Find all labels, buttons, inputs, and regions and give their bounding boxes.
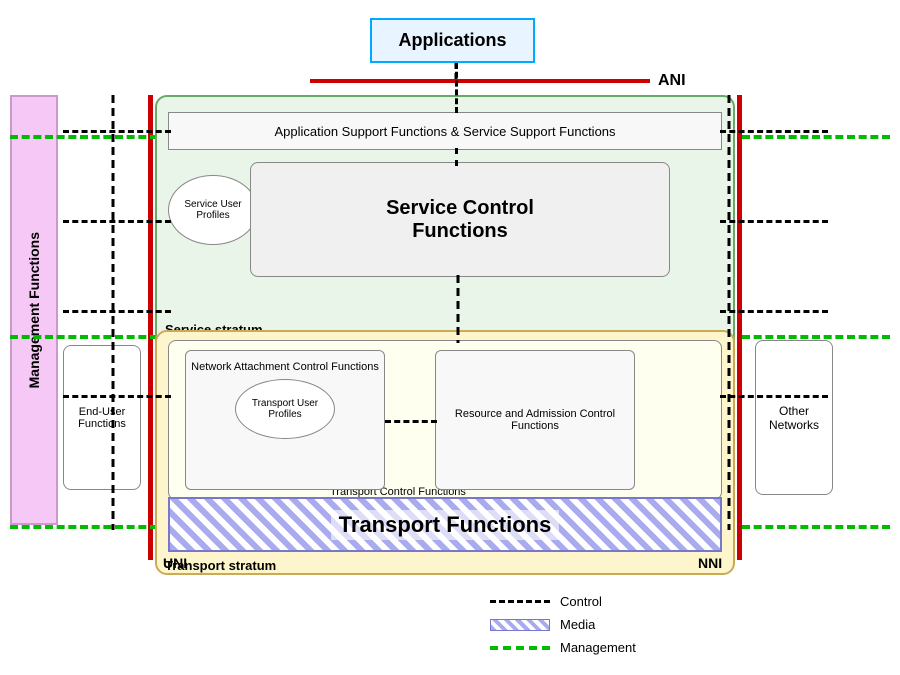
dh-right-1 xyxy=(720,130,828,133)
end-user-box: End-User Functions xyxy=(63,345,141,490)
legend-control: Control xyxy=(490,594,636,609)
mgmt-line-1 xyxy=(10,135,158,139)
legend-media: Media xyxy=(490,617,636,632)
racf-label: Resource and Admission Control Functions xyxy=(446,408,624,432)
legend-control-label: Control xyxy=(560,594,602,609)
transport-functions-box: Transport Functions xyxy=(168,497,722,552)
red-line-left xyxy=(148,95,153,560)
transport-user-profiles-label: Transport User Profiles xyxy=(236,398,334,420)
service-user-profiles-label: Service User Profiles xyxy=(169,199,257,221)
legend-management-label: Management xyxy=(560,640,636,655)
nacf-title: Network Attachment Control Functions xyxy=(191,361,379,373)
management-functions-box: Management Functions xyxy=(10,95,58,525)
ani-label: ANI xyxy=(658,72,686,90)
transport-user-profiles-box: Transport User Profiles xyxy=(235,379,335,439)
nni-label: NNI xyxy=(698,555,722,571)
end-user-label: End-User Functions xyxy=(64,406,140,430)
dh-left-1 xyxy=(63,130,171,133)
dashed-v3 xyxy=(455,275,461,343)
legend-management-line xyxy=(490,646,550,650)
applications-box: Applications xyxy=(370,18,535,63)
dh-right-4 xyxy=(720,395,828,398)
applications-label: Applications xyxy=(398,30,506,51)
mgmt-line-r2 xyxy=(742,335,890,339)
ani-line xyxy=(310,79,650,83)
dh-left-3 xyxy=(63,310,171,313)
transport-functions-label: Transport Functions xyxy=(331,510,560,540)
legend-control-line xyxy=(490,600,550,603)
left-control-dashed xyxy=(110,95,116,530)
mgmt-line-r3 xyxy=(742,525,890,529)
dashed-v2 xyxy=(455,148,458,166)
dh-left-4 xyxy=(63,395,171,398)
service-user-profiles-box: Service User Profiles xyxy=(168,175,258,245)
dh-right-2 xyxy=(720,220,828,223)
service-control-box: Service ControlFunctions xyxy=(250,162,670,277)
app-to-ani-dashed xyxy=(452,63,460,88)
legend-media-label: Media xyxy=(560,617,595,632)
nacf-box: Network Attachment Control Functions Tra… xyxy=(185,350,385,490)
service-control-label: Service ControlFunctions xyxy=(386,197,534,243)
right-control-dashed xyxy=(726,95,732,530)
app-support-box: Application Support Functions & Service … xyxy=(168,112,722,150)
diagram: Applications ANI Management Functions Se… xyxy=(0,0,900,675)
mgmt-line-r1 xyxy=(742,135,890,139)
legend-management: Management xyxy=(490,640,636,655)
mgmt-line-2 xyxy=(10,335,158,339)
other-networks-label: Other Networks xyxy=(756,404,832,432)
legend-media-line xyxy=(490,619,550,631)
app-support-label: Application Support Functions & Service … xyxy=(274,124,615,139)
legend: Control Media Management xyxy=(490,594,636,655)
dh-nacf-racf xyxy=(385,420,437,423)
management-functions-label: Management Functions xyxy=(26,232,42,388)
other-networks-box: Other Networks xyxy=(755,340,833,495)
uni-label: UNI xyxy=(163,555,187,571)
red-line-right xyxy=(737,95,742,560)
mgmt-line-3 xyxy=(10,525,158,529)
dh-right-3 xyxy=(720,310,828,313)
racf-box: Resource and Admission Control Functions xyxy=(435,350,635,490)
dh-left-2 xyxy=(63,220,171,223)
